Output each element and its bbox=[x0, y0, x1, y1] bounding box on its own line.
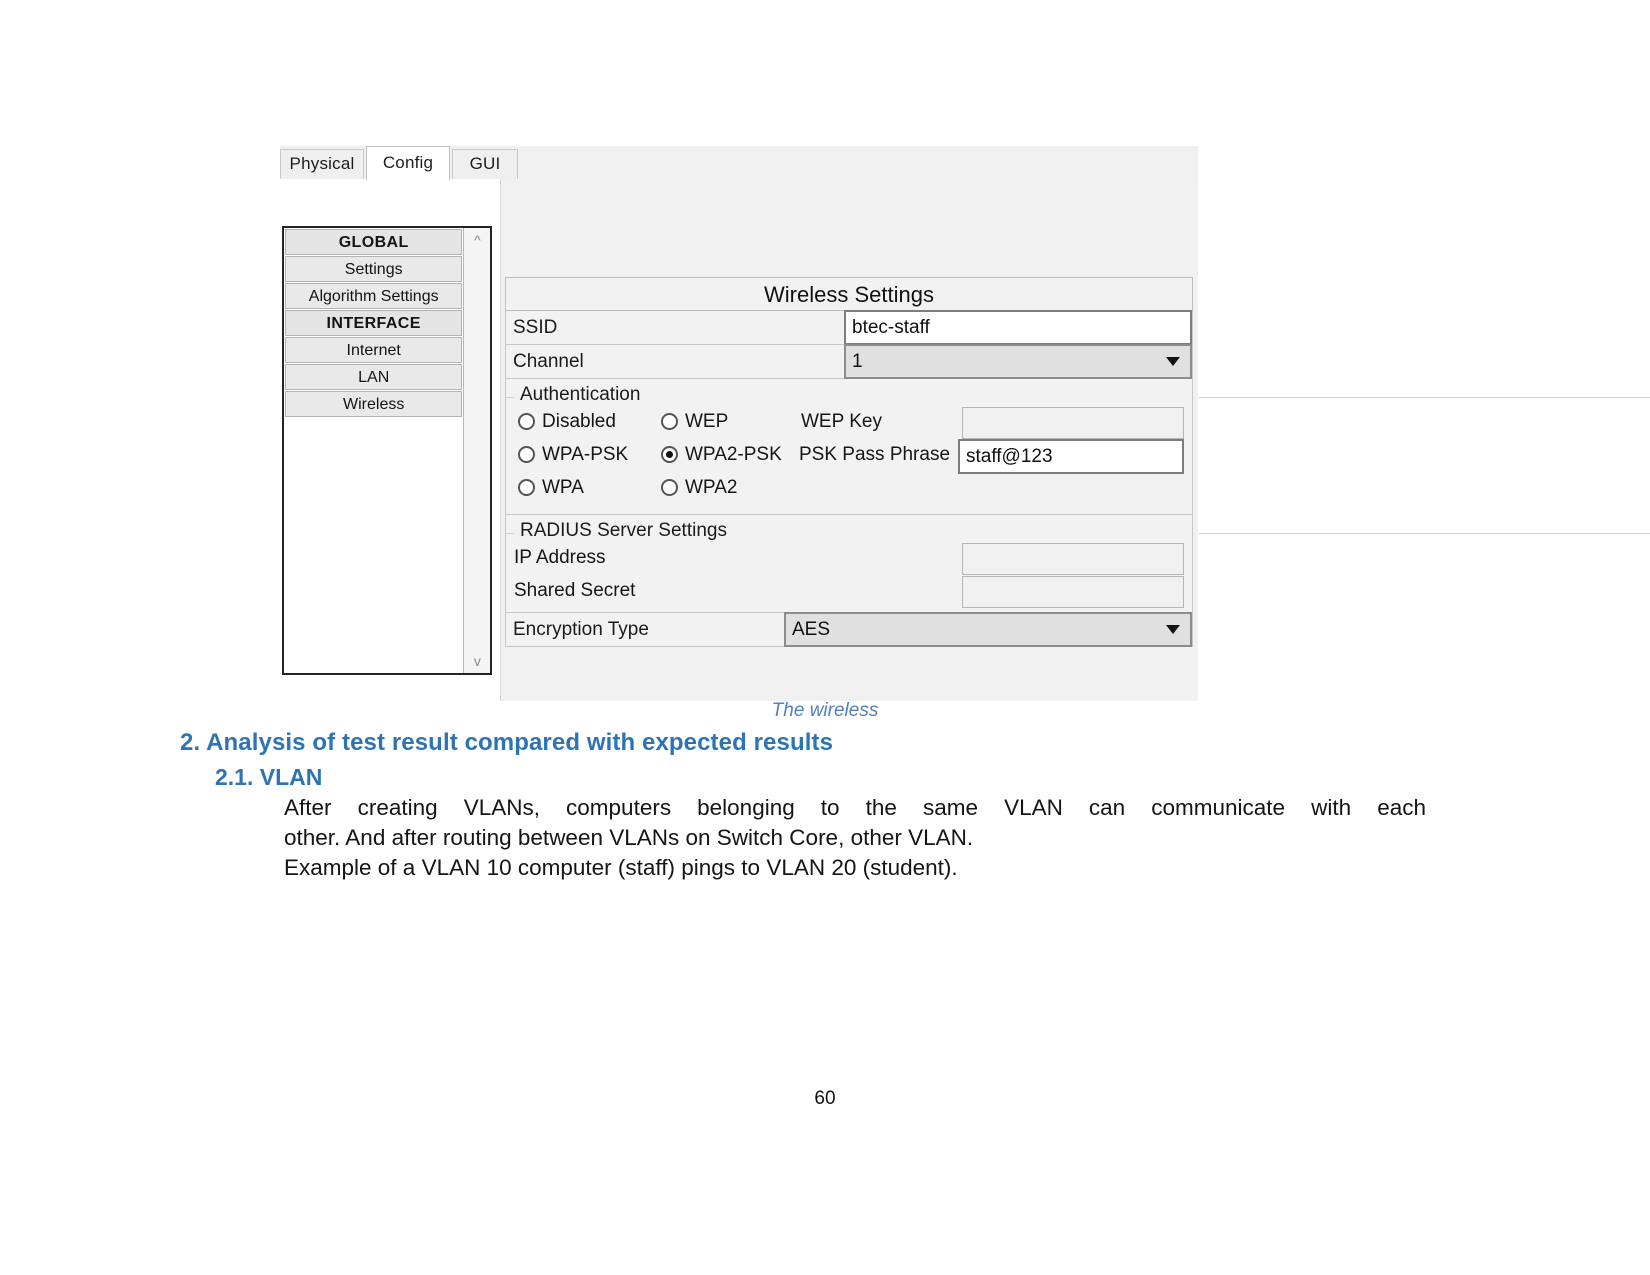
auth-row-2: WPA-PSK WPA2-PSK PSK Pass Phrase staff@1… bbox=[506, 439, 1192, 474]
radio-wpa-label: WPA bbox=[542, 477, 584, 498]
section-heading-2: 2. Analysis of test result compared with… bbox=[180, 729, 834, 756]
radio-wpa2-psk-label: WPA2-PSK bbox=[685, 444, 782, 465]
encryption-type-selected-value: AES bbox=[792, 619, 831, 640]
encryption-type-row: Encryption Type AES bbox=[505, 612, 1193, 647]
sidebar-item-wireless[interactable]: Wireless bbox=[285, 391, 463, 417]
chevron-down-icon[interactable]: v bbox=[464, 651, 490, 671]
psk-pass-phrase-label: PSK Pass Phrase bbox=[799, 444, 951, 465]
sidebar-item-list: GLOBAL Settings Algorithm Settings INTER… bbox=[284, 228, 464, 673]
radio-wpa2[interactable]: WPA2 bbox=[661, 473, 737, 503]
sidebar-item-settings[interactable]: Settings bbox=[285, 256, 463, 282]
wireless-settings-pane: Wireless Settings SSID btec-staff Channe… bbox=[500, 179, 1650, 701]
ssid-label: SSID bbox=[513, 317, 558, 338]
tab-strip: Physical Config GUI bbox=[280, 146, 1198, 180]
ssid-row: SSID btec-staff bbox=[505, 310, 1193, 345]
psk-pass-phrase-input[interactable]: staff@123 bbox=[958, 439, 1184, 474]
paragraph-line-3: Example of a VLAN 10 computer (staff) pi… bbox=[284, 855, 958, 880]
config-window-body: GLOBAL Settings Algorithm Settings INTER… bbox=[280, 179, 1650, 701]
ip-address-row: IP Address bbox=[506, 543, 1192, 576]
wep-key-label: WEP Key bbox=[801, 411, 882, 432]
ip-address-input[interactable] bbox=[962, 543, 1184, 575]
paragraph-line-2: other. And after routing between VLANs o… bbox=[284, 825, 974, 850]
tab-physical[interactable]: Physical bbox=[280, 149, 364, 179]
channel-row: Channel 1 bbox=[505, 344, 1193, 379]
wep-key-input[interactable] bbox=[962, 407, 1184, 439]
sidebar-item-interface[interactable]: INTERFACE bbox=[285, 310, 463, 336]
chevron-up-icon[interactable]: ^ bbox=[464, 230, 490, 250]
channel-select[interactable]: 1 bbox=[844, 344, 1192, 379]
page-title: Wireless Settings bbox=[505, 277, 1193, 311]
radio-dot-icon bbox=[661, 479, 678, 496]
chevron-down-icon bbox=[1166, 625, 1180, 634]
auth-row-3: WPA WPA2 bbox=[506, 473, 1192, 506]
radio-dot-icon bbox=[661, 413, 678, 430]
paragraph-line-1: After creating VLANs, computers belongin… bbox=[284, 795, 1426, 820]
embedded-screenshot-figure: Physical Config GUI GLOBAL Settings Algo… bbox=[280, 146, 1650, 701]
radio-wpa[interactable]: WPA bbox=[518, 473, 584, 503]
sidebar-item-algorithm-settings[interactable]: Algorithm Settings bbox=[285, 283, 463, 309]
config-sidebar: GLOBAL Settings Algorithm Settings INTER… bbox=[282, 226, 492, 675]
chevron-down-icon bbox=[1166, 357, 1180, 366]
radio-wpa2-psk[interactable]: WPA2-PSK bbox=[661, 440, 782, 470]
shared-secret-row: Shared Secret bbox=[506, 576, 1192, 609]
radio-wep-label: WEP bbox=[685, 411, 729, 432]
radio-dot-icon bbox=[661, 446, 678, 463]
channel-selected-value: 1 bbox=[852, 351, 863, 372]
radius-server-group: RADIUS Server Settings IP Address Shared… bbox=[505, 515, 1650, 613]
shared-secret-input[interactable] bbox=[962, 576, 1184, 608]
radio-dot-icon bbox=[518, 479, 535, 496]
sidebar-scrollbar[interactable]: ^ v bbox=[463, 228, 490, 673]
radio-wep[interactable]: WEP bbox=[661, 407, 728, 437]
section-heading-2-1: 2.1. VLAN bbox=[215, 764, 323, 790]
radio-wpa2-label: WPA2 bbox=[685, 477, 738, 498]
body-paragraph: After creating VLANs, computers belongin… bbox=[284, 793, 1426, 883]
channel-label: Channel bbox=[513, 351, 584, 372]
radio-dot-icon bbox=[518, 413, 535, 430]
sidebar-item-internet[interactable]: Internet bbox=[285, 337, 463, 363]
page-number: 60 bbox=[814, 1088, 836, 1109]
radio-wpa-psk[interactable]: WPA-PSK bbox=[518, 440, 628, 470]
encryption-type-label: Encryption Type bbox=[513, 619, 649, 640]
sidebar-item-lan[interactable]: LAN bbox=[285, 364, 463, 390]
radio-disabled[interactable]: Disabled bbox=[518, 407, 616, 437]
radio-disabled-label: Disabled bbox=[542, 411, 616, 432]
radio-wpa-psk-label: WPA-PSK bbox=[542, 444, 629, 465]
radius-legend: RADIUS Server Settings bbox=[506, 519, 1650, 543]
authentication-legend: Authentication bbox=[506, 383, 1650, 407]
encryption-type-select[interactable]: AES bbox=[784, 612, 1192, 647]
figure-caption: The wireless bbox=[771, 700, 879, 721]
auth-row-1: Disabled WEP WEP Key bbox=[506, 407, 1192, 440]
tab-config[interactable]: Config bbox=[366, 146, 450, 180]
ip-address-label: IP Address bbox=[514, 547, 606, 568]
tab-gui[interactable]: GUI bbox=[452, 149, 518, 179]
radio-dot-icon bbox=[518, 446, 535, 463]
shared-secret-label: Shared Secret bbox=[514, 580, 636, 601]
sidebar-item-global[interactable]: GLOBAL bbox=[285, 229, 463, 255]
ssid-input[interactable]: btec-staff bbox=[844, 310, 1192, 345]
wireless-settings-form: Wireless Settings SSID btec-staff Channe… bbox=[505, 277, 1650, 647]
authentication-group: Authentication Disabled WEP WEP Key WPA-… bbox=[505, 379, 1650, 515]
